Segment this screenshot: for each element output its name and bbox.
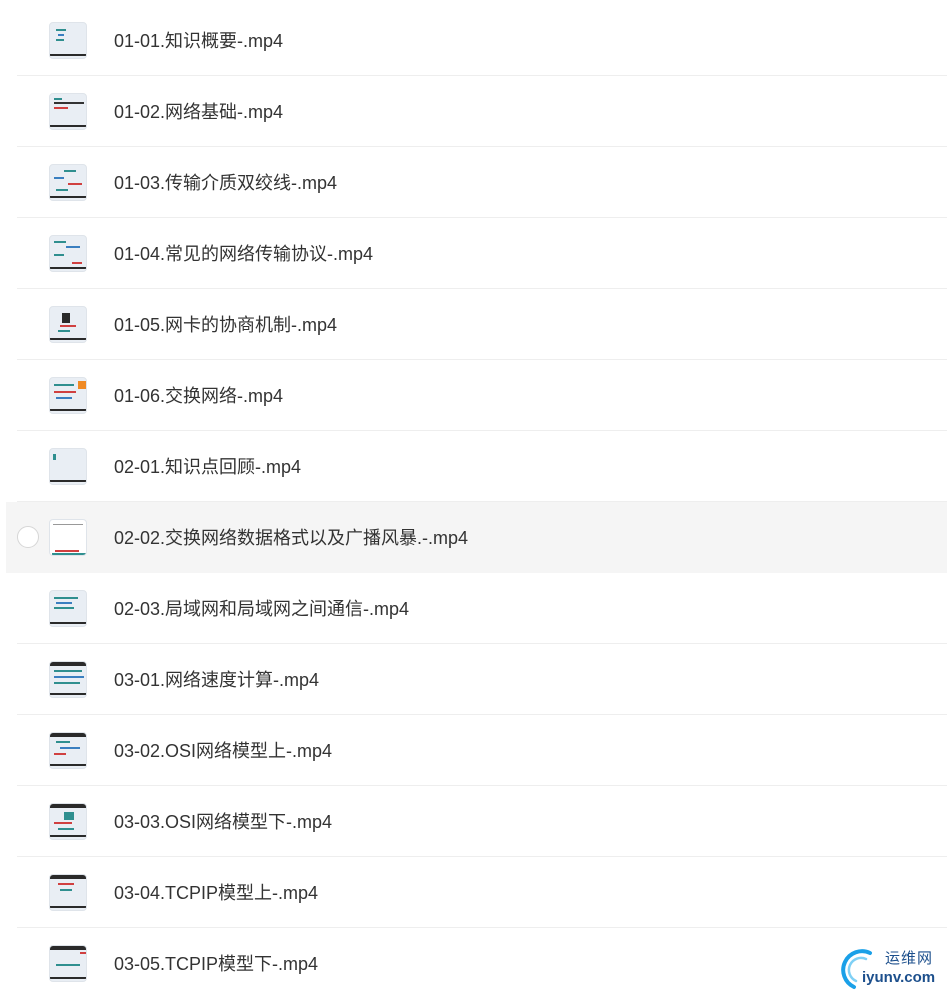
video-thumbnail-icon [49,874,87,911]
file-name: 02-02.交换网络数据格式以及广播风暴.-.mp4 [114,528,469,548]
file-row[interactable]: 01-06.交换网络-.mp4 [0,360,947,431]
video-thumbnail-icon [49,93,87,130]
watermark-logo: 运维网 iyunv.com [840,945,945,991]
file-name: 03-03.OSI网络模型下-.mp4 [114,812,333,832]
select-radio[interactable] [17,526,39,548]
video-thumbnail-icon [49,945,87,982]
file-row[interactable]: 03-05.TCPIP模型下-.mp4 [0,928,947,993]
file-row[interactable]: 03-01.网络速度计算-.mp4 [0,644,947,715]
file-name: 03-01.网络速度计算-.mp4 [114,670,320,690]
video-thumbnail-icon [49,590,87,627]
file-name: 01-02.网络基础-.mp4 [114,102,284,122]
file-row[interactable]: 01-03.传输介质双绞线-.mp4 [0,147,947,218]
file-row[interactable]: 01-04.常见的网络传输协议-.mp4 [0,218,947,289]
file-row[interactable]: 02-03.局域网和局域网之间通信-.mp4 [0,573,947,644]
file-row[interactable]: 03-03.OSI网络模型下-.mp4 [0,786,947,857]
video-thumbnail-icon [49,661,87,698]
video-thumbnail-icon [49,22,87,59]
file-name: 01-04.常见的网络传输协议-.mp4 [114,244,374,264]
video-thumbnail-icon [49,235,87,272]
watermark-cn: 运维网 [885,950,934,967]
file-row[interactable]: 01-01.知识概要-.mp4 [0,5,947,76]
file-name: 02-01.知识点回顾-.mp4 [114,457,302,477]
file-name: 01-03.传输介质双绞线-.mp4 [114,173,338,193]
video-thumbnail-icon [49,519,87,556]
video-thumbnail-icon [49,377,87,414]
file-name: 03-05.TCPIP模型下-.mp4 [114,954,319,974]
file-row[interactable]: 01-05.网卡的协商机制-.mp4 [0,289,947,360]
video-thumbnail-icon [49,732,87,769]
file-name: 02-03.局域网和局域网之间通信-.mp4 [114,599,410,619]
file-row[interactable]: 01-02.网络基础-.mp4 [0,76,947,147]
watermark-en: iyunv.com [862,969,936,986]
video-thumbnail-icon [49,164,87,201]
video-thumbnail-icon [49,803,87,840]
file-name: 01-06.交换网络-.mp4 [114,386,284,406]
file-name: 03-04.TCPIP模型上-.mp4 [114,883,319,903]
video-thumbnail-icon [49,306,87,343]
file-name: 01-05.网卡的协商机制-.mp4 [114,315,338,335]
video-thumbnail-icon [49,448,87,485]
file-name: 01-01.知识概要-.mp4 [114,31,284,51]
file-list: 01-01.知识概要-.mp4 01-02.网络基础-.mp4 01-03.传输… [0,5,947,993]
file-row[interactable]: 02-01.知识点回顾-.mp4 [0,431,947,502]
file-row[interactable]: 03-02.OSI网络模型上-.mp4 [0,715,947,786]
file-row[interactable]: 02-02.交换网络数据格式以及广播风暴.-.mp4 [6,502,947,573]
file-row[interactable]: 03-04.TCPIP模型上-.mp4 [0,857,947,928]
file-name: 03-02.OSI网络模型上-.mp4 [114,741,333,761]
